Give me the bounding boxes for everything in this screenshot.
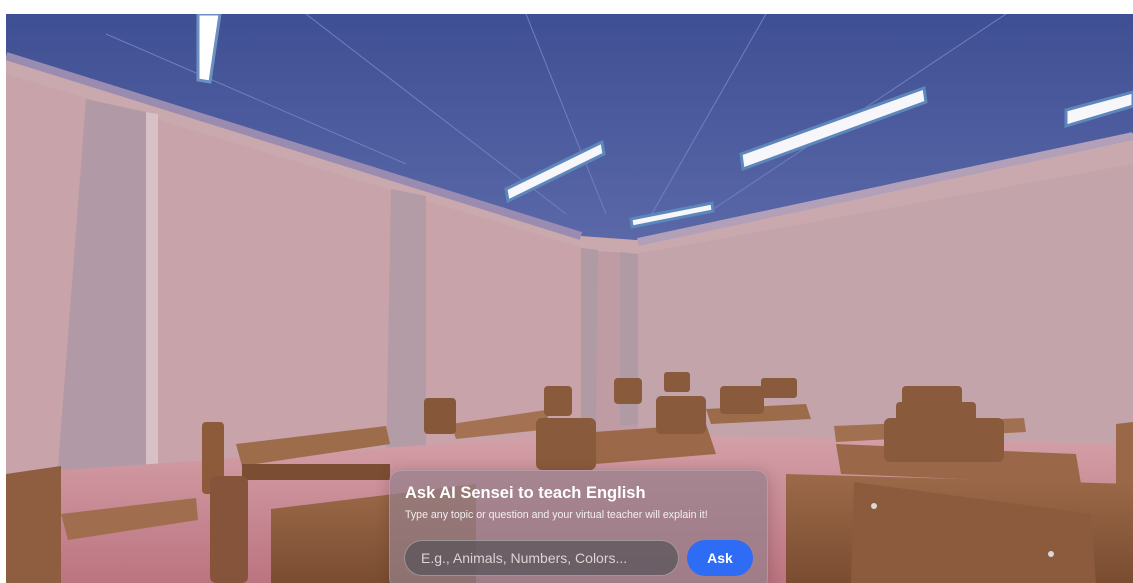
- classroom-3d-viewport[interactable]: Ask AI Sensei to teach English Type any …: [6, 14, 1133, 583]
- ask-ai-sensei-panel: Ask AI Sensei to teach English Type any …: [389, 470, 768, 583]
- panel-title: Ask AI Sensei to teach English: [405, 484, 646, 502]
- topic-input[interactable]: [404, 540, 679, 576]
- ask-button[interactable]: Ask: [687, 540, 753, 576]
- panel-subtitle: Type any topic or question and your virt…: [405, 509, 708, 521]
